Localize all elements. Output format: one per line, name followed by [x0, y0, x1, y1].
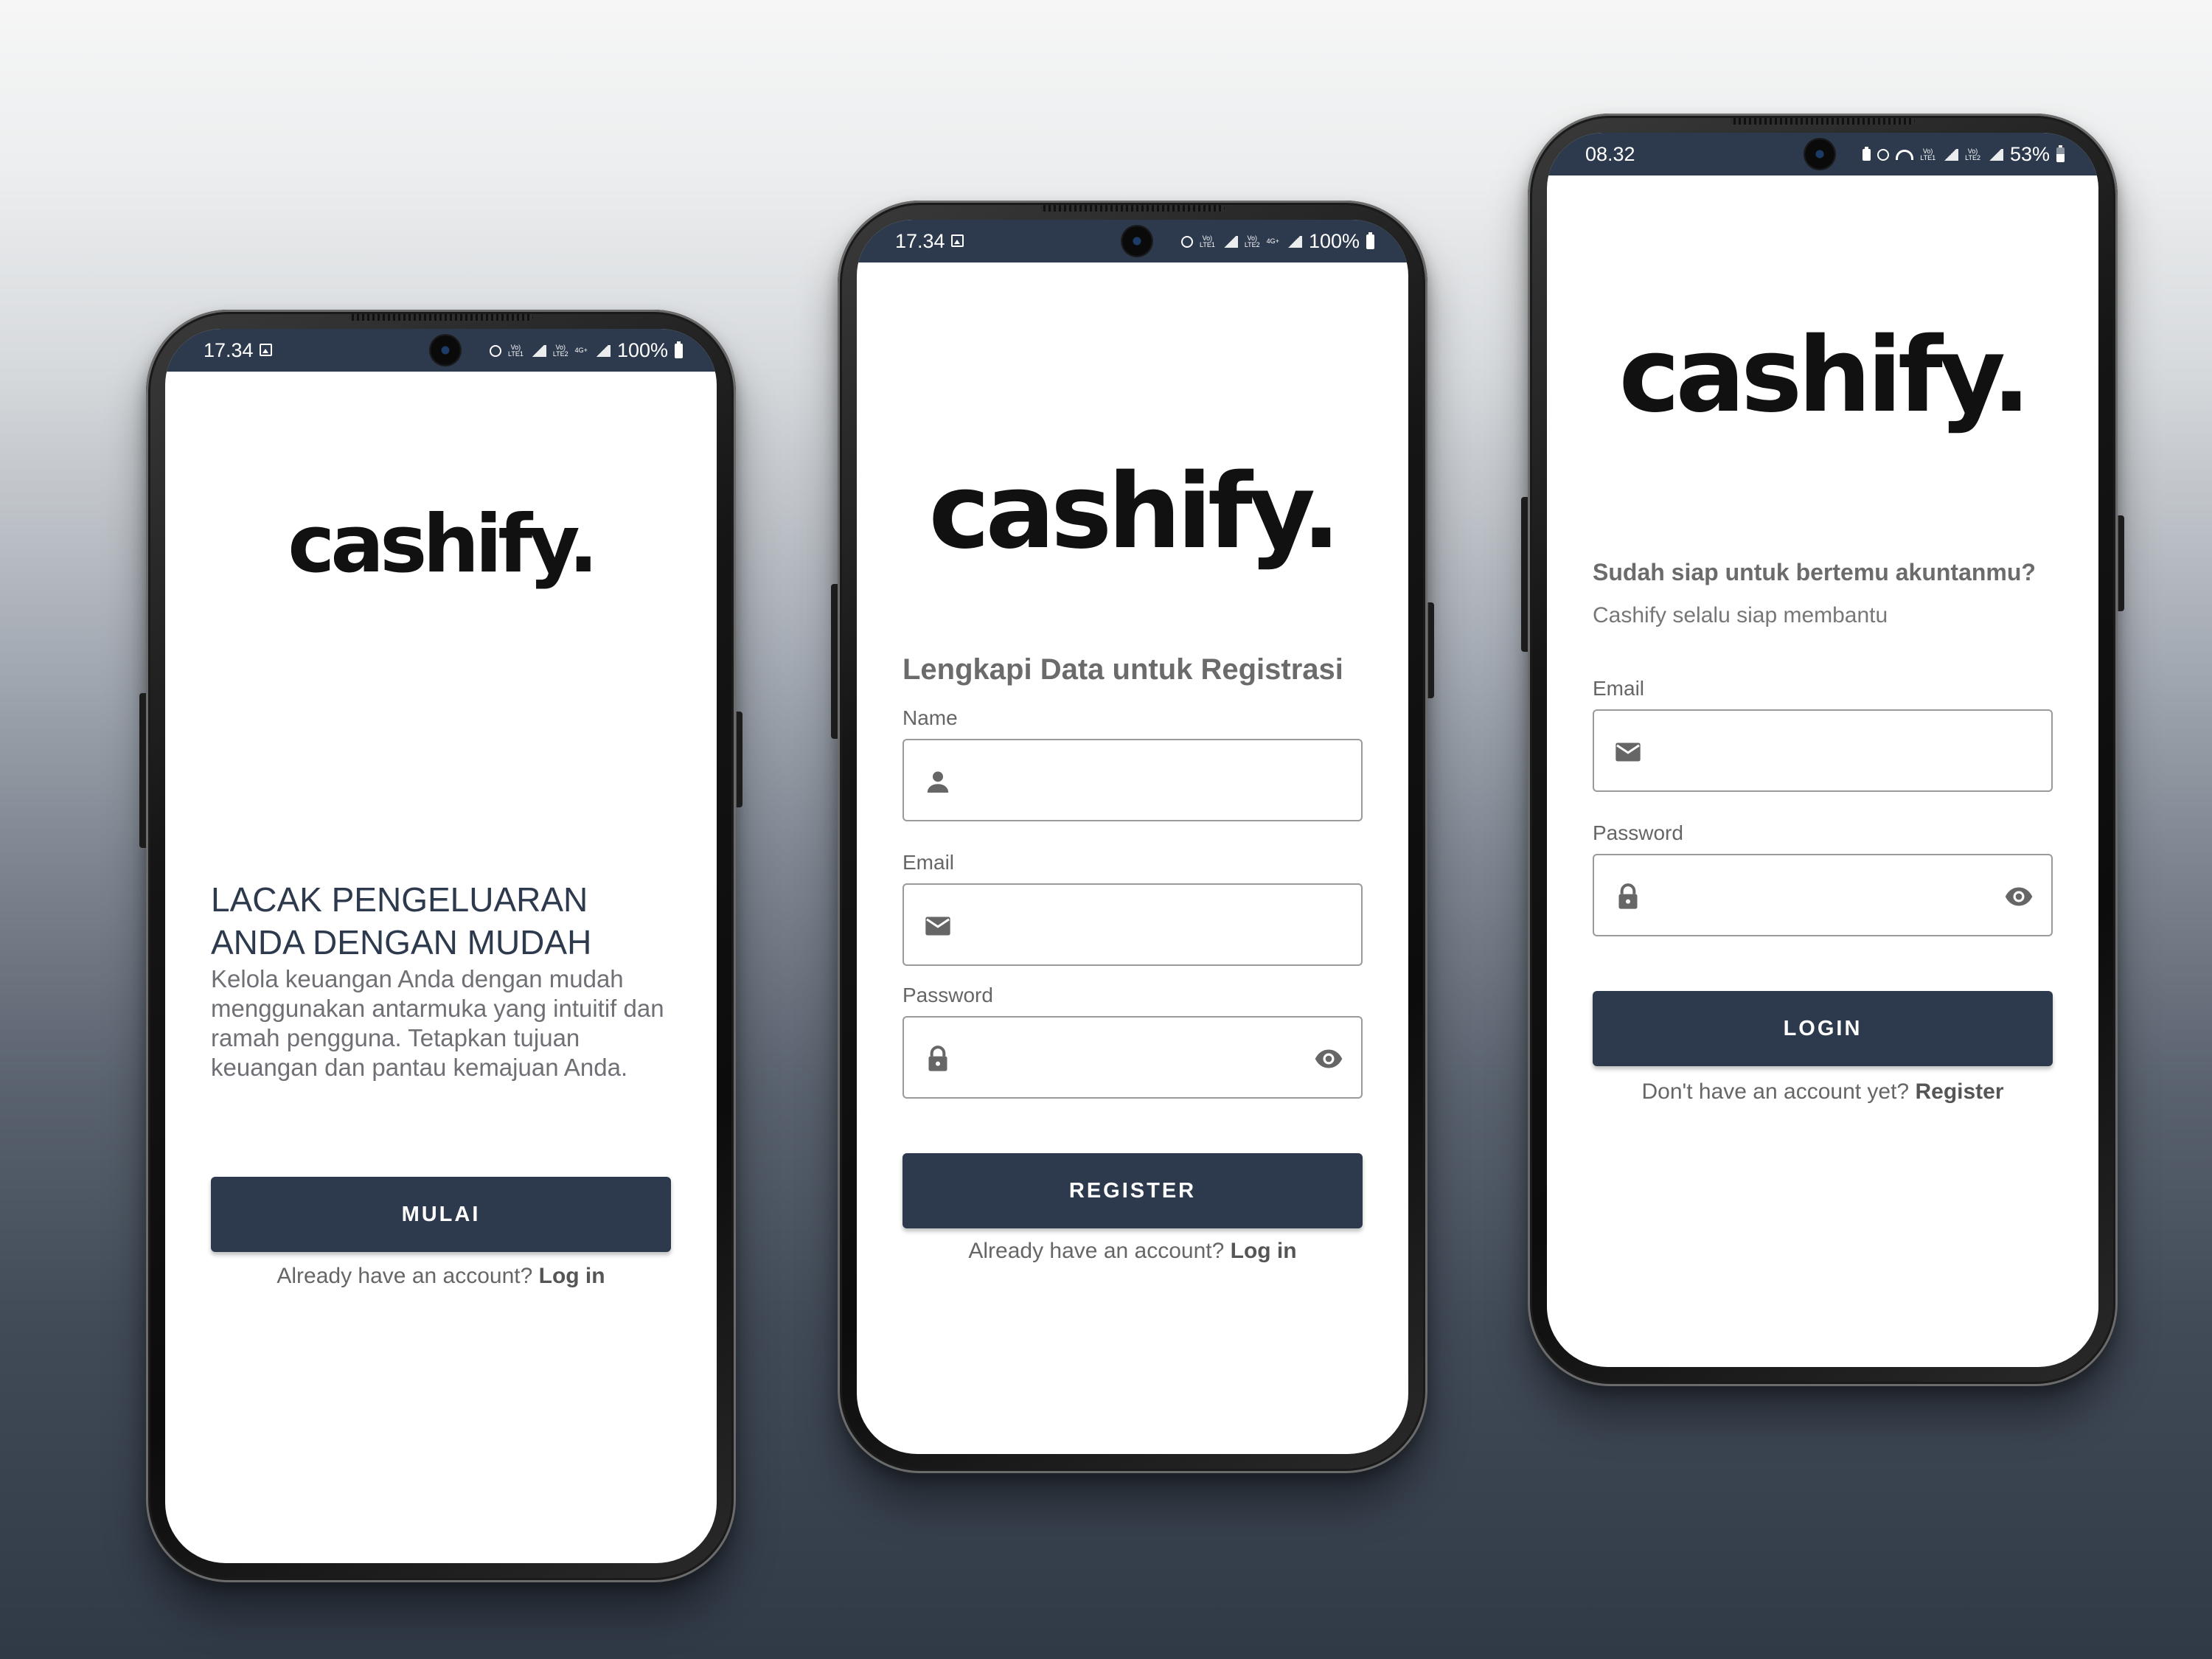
register-prompt-text: Don't have an account yet? — [1641, 1079, 1916, 1104]
email-field[interactable] — [1593, 709, 2053, 792]
welcome-description: Kelola keuangan Anda dengan mudah menggu… — [211, 965, 664, 1081]
login-prompt: Already have an account? Log in — [857, 1239, 1408, 1264]
camera-icon — [1122, 226, 1152, 256]
signal-icon — [594, 344, 611, 357]
app-logo: cashify. — [1618, 316, 2031, 436]
signal-icon — [529, 344, 546, 357]
lte2-indicator: Vo) LTE2 — [552, 343, 568, 358]
battery-percent: 100% — [1308, 230, 1360, 252]
image-icon — [260, 344, 272, 356]
lte1-indicator: Vo) LTE1 — [507, 343, 524, 358]
lte2-indicator: Vo) LTE2 — [1244, 234, 1260, 248]
register-prompt: Don't have an account yet? Register — [1547, 1079, 2098, 1105]
login-prompt-text: Already have an account? — [968, 1239, 1231, 1263]
power-button — [2118, 515, 2124, 611]
image-icon — [951, 234, 964, 247]
eye-icon[interactable] — [2003, 882, 2035, 911]
status-bar: 17.34 Vo) LTE1 Vo) LTE2 4G+ 100% — [165, 329, 717, 372]
lte2-indicator: Vo) LTE2 — [1965, 147, 1980, 161]
register-title: Lengkapi Data untuk Registrasi — [902, 653, 1343, 686]
battery-icon — [675, 341, 683, 358]
system-icons: Vo) LTE1 Vo) LTE2 4G+ 100% — [1180, 230, 1374, 253]
status-bar: 08.32 Vo) LTE1 Vo) LTE2 53% — [1547, 133, 2098, 175]
password-label: Password — [902, 984, 993, 1006]
status-time: 17.34 — [204, 339, 254, 361]
password-input[interactable] — [963, 1018, 1302, 1099]
volume-button — [139, 693, 146, 848]
login-button[interactable]: LOGIN — [1593, 991, 2053, 1066]
password-input[interactable] — [1653, 855, 1992, 936]
email-input[interactable] — [963, 885, 1302, 966]
screen: 17.34 Vo) LTE1 Vo) LTE2 4G+ 100% cashify… — [165, 329, 717, 1563]
register-button[interactable]: REGISTER — [902, 1153, 1363, 1228]
network-indicator: 4G+ — [574, 347, 588, 354]
name-input[interactable] — [963, 740, 1302, 821]
battery-percent: 100% — [616, 339, 668, 361]
name-label: Name — [902, 706, 958, 729]
person-icon — [927, 771, 949, 793]
login-link[interactable]: Log in — [539, 1264, 605, 1288]
status-time: 08.32 — [1585, 143, 1635, 165]
volume-button — [1521, 497, 1528, 652]
power-button — [1427, 602, 1434, 698]
name-field[interactable] — [902, 739, 1363, 821]
login-link[interactable]: Log in — [1231, 1239, 1297, 1263]
password-field[interactable] — [902, 1016, 1363, 1099]
camera-icon — [431, 335, 460, 365]
alarm-icon — [489, 344, 501, 357]
battery-icon — [2056, 145, 2065, 162]
phone-welcome: 17.34 Vo) LTE1 Vo) LTE2 4G+ 100% cashify… — [139, 310, 742, 1582]
power-button — [736, 712, 742, 807]
lte1-indicator: Vo) LTE1 — [1199, 234, 1215, 248]
headline-line-2: ANDA DENGAN MUDAH — [211, 923, 592, 961]
earpiece-speaker — [349, 314, 533, 321]
email-input[interactable] — [1653, 711, 1992, 792]
email-label: Email — [902, 851, 955, 874]
login-prompt: Already have an account? Log in — [165, 1264, 717, 1289]
headline-line-1: LACAK PENGELUARAN — [211, 880, 588, 919]
lte1-indicator: Vo) LTE1 — [1920, 147, 1936, 161]
earpiece-speaker — [1040, 205, 1225, 212]
phone-login: 08.32 Vo) LTE1 Vo) LTE2 53% cashify. Sud… — [1521, 114, 2124, 1386]
screen: 17.34 Vo) LTE1 Vo) LTE2 4G+ 100% cashify… — [857, 220, 1408, 1454]
start-button[interactable]: MULAI — [211, 1177, 671, 1252]
network-indicator: 4G+ — [1266, 237, 1279, 245]
battery-saver-icon — [1863, 146, 1871, 161]
alarm-icon — [1180, 235, 1193, 248]
system-icons: Vo) LTE1 Vo) LTE2 4G+ 100% — [489, 339, 683, 362]
signal-icon — [1942, 148, 1959, 161]
login-prompt-text: Already have an account? — [276, 1264, 539, 1288]
login-title: Sudah siap untuk bertemu akuntanmu? — [1593, 559, 2036, 585]
mail-icon — [1615, 742, 1641, 762]
lock-icon — [928, 1046, 947, 1071]
status-bar: 17.34 Vo) LTE1 Vo) LTE2 4G+ 100% — [857, 220, 1408, 262]
welcome-headline: LACAK PENGELUARAN ANDA DENGAN MUDAH — [211, 878, 591, 964]
alarm-icon — [1877, 148, 1890, 161]
app-logo: cashify. — [928, 452, 1341, 572]
wifi-icon — [1896, 149, 1914, 160]
status-time: 17.34 — [895, 230, 945, 252]
system-icons: Vo) LTE1 Vo) LTE2 53% — [1863, 143, 2065, 166]
mail-icon — [925, 917, 950, 936]
eye-icon[interactable] — [1312, 1044, 1345, 1074]
earpiece-speaker — [1731, 118, 1915, 125]
login-subtitle: Cashify selalu siap membantu — [1593, 603, 1888, 627]
password-label: Password — [1593, 821, 1683, 844]
email-label: Email — [1593, 677, 1645, 700]
lock-icon — [1618, 883, 1638, 909]
volume-button — [831, 584, 838, 739]
password-field[interactable] — [1593, 854, 2053, 936]
camera-icon — [1805, 139, 1834, 169]
signal-icon — [1221, 235, 1238, 248]
battery-percent: 53% — [2009, 143, 2050, 165]
signal-icon — [1285, 235, 1302, 248]
email-field[interactable] — [902, 883, 1363, 966]
app-logo: cashify. — [288, 498, 599, 591]
phone-register: 17.34 Vo) LTE1 Vo) LTE2 4G+ 100% cashify… — [831, 201, 1434, 1473]
battery-icon — [1366, 232, 1374, 249]
signal-icon — [1986, 148, 2003, 161]
register-link[interactable]: Register — [1915, 1079, 2003, 1104]
screen: 08.32 Vo) LTE1 Vo) LTE2 53% cashify. Sud… — [1547, 133, 2098, 1367]
